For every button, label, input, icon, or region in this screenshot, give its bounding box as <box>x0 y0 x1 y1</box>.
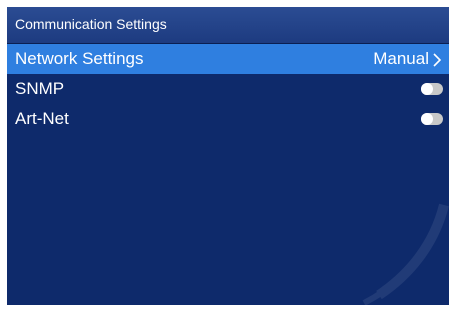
snmp-toggle[interactable] <box>421 83 443 95</box>
chevron-right-icon <box>433 53 442 67</box>
toggle-knob <box>421 83 433 95</box>
menu-item-label: Network Settings <box>15 49 144 68</box>
screen-title: Communication Settings <box>15 16 167 32</box>
menu-item-label: SNMP <box>15 79 65 98</box>
menu-item-network-settings[interactable]: Network Settings Manual <box>7 44 449 74</box>
title-bar: Communication Settings <box>7 7 449 44</box>
watermark-logo <box>362 203 449 305</box>
art-net-toggle[interactable] <box>421 113 443 125</box>
toggle-knob <box>421 113 433 125</box>
menu-item-art-net[interactable]: Art-Net <box>7 104 449 134</box>
communication-settings-screen: Communication Settings Network Settings … <box>7 7 449 305</box>
network-mode-value: Manual <box>373 49 429 68</box>
menu-item-snmp[interactable]: SNMP <box>7 74 449 104</box>
menu-item-label: Art-Net <box>15 109 69 128</box>
